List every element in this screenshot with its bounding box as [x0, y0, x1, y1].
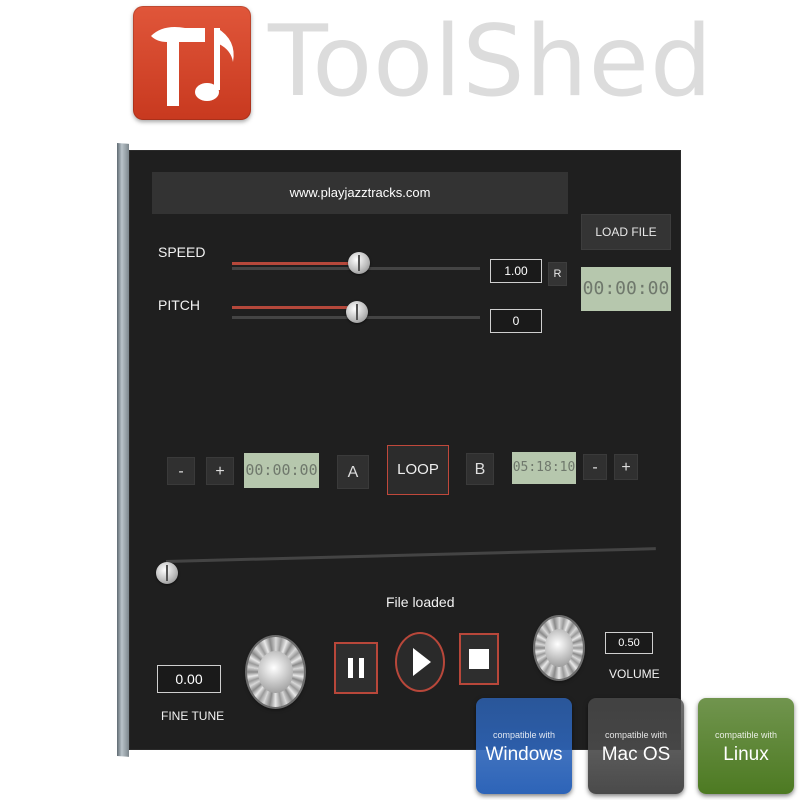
- time-display: 00:00:00: [581, 267, 671, 311]
- load-file-button[interactable]: LOAD FILE: [581, 214, 671, 250]
- speed-slider-thumb[interactable]: [347, 252, 370, 274]
- speed-slider-fill: [232, 262, 359, 265]
- play-button[interactable]: [395, 632, 445, 692]
- macos-badge: compatible with Mac OS: [588, 698, 684, 794]
- pitch-slider-thumb[interactable]: [345, 301, 368, 323]
- position-slider-thumb[interactable]: [156, 562, 178, 584]
- badge-os-name: Linux: [723, 744, 769, 765]
- badge-caption: compatible with: [604, 730, 668, 740]
- badge-os-name: Mac OS: [601, 744, 671, 765]
- volume-knob[interactable]: [535, 617, 583, 679]
- volume-label: VOLUME: [609, 667, 660, 681]
- pitch-label: PITCH: [158, 297, 200, 313]
- loop-start-plus-button[interactable]: +: [206, 457, 234, 485]
- pause-icon: [348, 658, 364, 678]
- panel-edge: [117, 143, 129, 757]
- windows-badge: compatible with Windows: [476, 698, 572, 794]
- badge-caption: compatible with: [492, 730, 556, 740]
- status-text: File loaded: [386, 594, 455, 610]
- loop-a-button[interactable]: A: [337, 455, 369, 489]
- stop-button[interactable]: [459, 633, 499, 685]
- play-icon: [413, 648, 431, 676]
- stop-icon: [469, 649, 489, 669]
- speed-value[interactable]: 1.00: [490, 259, 542, 283]
- linux-badge: compatible with Linux: [698, 698, 794, 794]
- volume-value[interactable]: 0.50: [605, 632, 653, 654]
- loop-end-minus-button[interactable]: -: [583, 454, 607, 480]
- loop-b-button[interactable]: B: [466, 453, 494, 485]
- hammer-note-icon: [151, 27, 234, 106]
- fine-tune-label: FINE TUNE: [161, 709, 225, 723]
- pause-button[interactable]: [334, 642, 378, 694]
- pitch-slider-fill: [232, 306, 357, 309]
- loop-button[interactable]: LOOP: [387, 445, 449, 495]
- loop-end-plus-button[interactable]: +: [614, 454, 638, 480]
- url-display: www.playjazztracks.com: [152, 172, 568, 214]
- pitch-value[interactable]: 0: [490, 309, 542, 333]
- fine-tune-value[interactable]: 0.00: [157, 665, 221, 693]
- fine-tune-knob[interactable]: [247, 637, 304, 707]
- loop-start-time: 00:00:00: [244, 453, 319, 488]
- brand-name: ToolShed: [268, 5, 714, 119]
- speed-reset-button[interactable]: R: [548, 262, 567, 286]
- toolshed-logo-icon: [133, 6, 251, 120]
- speed-label: SPEED: [158, 244, 206, 260]
- badge-caption: compatible with: [714, 730, 778, 740]
- loop-end-time: 05:18:10: [512, 452, 576, 484]
- loop-start-minus-button[interactable]: -: [167, 457, 195, 485]
- badge-os-name: Windows: [485, 744, 563, 765]
